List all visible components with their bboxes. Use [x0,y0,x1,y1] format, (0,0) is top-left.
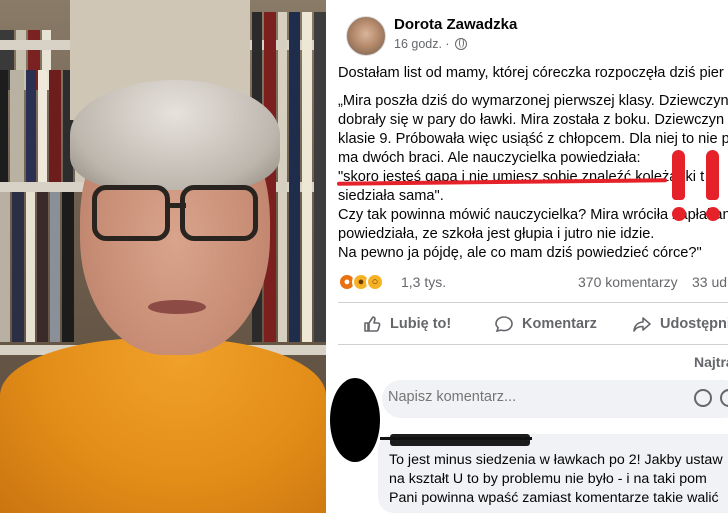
share-label: Udostępni [660,316,728,332]
video-frame [0,0,326,513]
shares-count[interactable]: 33 ud [692,274,727,290]
comment-text-line: na kształt U to by problemu nie było - i… [389,471,707,487]
reactions-summary[interactable]: ● ● ○ [338,272,384,292]
comment-input-box[interactable] [382,380,728,418]
post-text-line: siedziała sama". [338,188,444,204]
comment-label: Komentarz [522,316,597,332]
comments-count[interactable]: 370 komentarzy [578,274,678,290]
post-text-line: ma dwóch braci. Ale nauczycielka powiedz… [338,150,641,166]
comment-sort-dropdown[interactable]: Najtra [694,354,728,370]
post-text-line: powiedziała, ze szkoła jest głupia i jut… [338,226,655,242]
post-meta: 16 godz. · [394,37,468,51]
share-icon [633,317,651,332]
post-text-line: klasie 9. Próbowała więc usiąść z chłopc… [338,131,728,147]
post-text-line: „Mira poszła dziś do wymarzonej pierwsze… [338,93,728,109]
wow-emoji-icon: ○ [366,273,384,291]
emoji-picker-icon[interactable] [694,389,712,407]
post-text-line: Na pewno ja pójdę, ale co mam dziś powie… [338,245,702,261]
post-time[interactable]: 16 godz. · [394,37,450,51]
comment-box-icons [694,389,728,407]
comment-button[interactable]: Komentarz [494,306,597,342]
redacted-avatar [330,378,380,462]
globe-icon [455,38,468,50]
comment-icon [495,316,513,333]
red-exclamation-mark [702,150,724,222]
orange-shirt [0,338,326,513]
like-button[interactable]: Lubię to! [362,306,451,342]
share-button[interactable]: Udostępni [632,306,728,342]
comment-text-line: Pani powinna wpaść zamiast komentarze ta… [389,490,719,506]
camera-icon[interactable] [720,389,728,407]
post-text-line: dobrały się w pary do ławki. Mira został… [338,112,725,128]
person-hair [70,80,280,190]
reactions-count[interactable]: 1,3 tys. [401,274,446,290]
comment-text-line: To jest minus siedzenia w ławkach po 2! … [389,452,723,468]
red-exclamation-mark [668,150,690,222]
person-mouth [148,300,206,314]
like-label: Lubię to! [390,316,452,332]
author-avatar[interactable] [346,16,386,56]
glasses-right [180,185,258,241]
comment-input[interactable] [388,389,668,405]
redacted-commenter-name [390,434,530,446]
redaction-strike [380,437,532,440]
like-icon [364,316,381,332]
glasses-left [92,185,170,241]
post-text-line: Dostałam list od mamy, której córeczka r… [338,65,724,81]
author-name[interactable]: Dorota Zawadzka [394,16,517,33]
